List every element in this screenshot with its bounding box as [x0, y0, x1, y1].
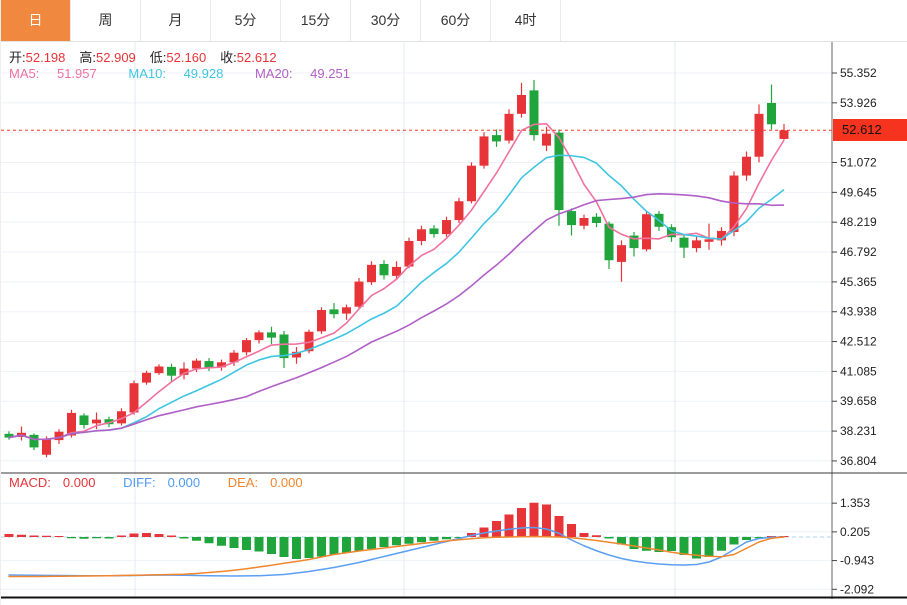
ma20-value: MA20: 49.251 — [254, 66, 350, 81]
timeframe-tabbar: 日 周 月 5分 15分 30分 60分 4时 — [1, 0, 907, 42]
diff-value: DIFF: 0.000 — [123, 475, 201, 490]
svg-text:55.352: 55.352 — [840, 66, 877, 80]
close-value: 52.612 — [236, 50, 277, 65]
svg-text:36.804: 36.804 — [840, 454, 877, 468]
open-label: 开: — [9, 50, 26, 65]
macd-histogram — [4, 502, 789, 559]
svg-text:53.926: 53.926 — [840, 96, 877, 110]
svg-text:38.231: 38.231 — [840, 424, 877, 438]
high-value: 52.909 — [96, 50, 136, 65]
macd-axis-labels: 1.353 0.205 -0.943 -2.092 — [832, 496, 874, 596]
svg-text:-0.943: -0.943 — [840, 554, 874, 568]
candlestick-layer — [4, 79, 789, 458]
tab-5min[interactable]: 5分 — [211, 0, 281, 41]
ma5-value: MA5: 51.957 — [9, 66, 97, 81]
svg-text:42.512: 42.512 — [840, 335, 877, 349]
tab-60min[interactable]: 60分 — [421, 0, 491, 41]
svg-text:51.072: 51.072 — [840, 156, 877, 170]
ohlc-info: 开:52.198 高:52.909 低:52.160 收:52.612 — [9, 47, 291, 66]
dea-value: DEA: 0.000 — [227, 475, 303, 490]
tab-week[interactable]: 周 — [71, 0, 141, 41]
trading-chart-app: 日 周 月 5分 15分 30分 60分 4时 55.352 53.926 51.0… — [0, 0, 907, 605]
svg-text:48.219: 48.219 — [840, 215, 877, 229]
svg-text:45.365: 45.365 — [840, 275, 877, 289]
svg-text:39.658: 39.658 — [840, 394, 877, 408]
low-value: 52.160 — [166, 50, 207, 65]
chart-canvas[interactable]: 55.352 53.926 51.072 49.645 48.219 46.792 45.3… — [1, 0, 907, 605]
ma10-value: MA10: 49.928 — [128, 66, 224, 81]
close-label: 收: — [220, 50, 237, 65]
gridlines — [1, 41, 832, 597]
svg-text:46.792: 46.792 — [840, 245, 877, 259]
tab-month[interactable]: 月 — [141, 0, 211, 41]
ma-info: MA5: 51.957 MA10: 49.928 MA20: 49.251 — [9, 66, 378, 81]
tab-day[interactable]: 日 — [1, 0, 71, 41]
tab-4hour[interactable]: 4时 — [491, 0, 561, 41]
last-price-badge: 52.612 — [833, 119, 907, 141]
svg-text:1.353: 1.353 — [840, 496, 870, 510]
tab-15min[interactable]: 15分 — [281, 0, 351, 41]
open-value: 52.198 — [25, 50, 66, 65]
high-label: 高: — [79, 50, 97, 65]
ma10-line — [8, 154, 785, 441]
svg-text:0.205: 0.205 — [840, 525, 870, 539]
svg-text:-2.092: -2.092 — [840, 582, 874, 596]
svg-text:43.938: 43.938 — [840, 305, 877, 319]
low-label: 低: — [149, 50, 167, 65]
svg-text:41.085: 41.085 — [840, 364, 877, 378]
macd-value: MACD: 0.000 — [9, 475, 96, 490]
macd-info: MACD: 0.000 DIFF: 0.000 DEA: 0.000 — [9, 475, 327, 490]
tab-30min[interactable]: 30分 — [351, 0, 421, 41]
svg-text:49.645: 49.645 — [840, 185, 877, 199]
